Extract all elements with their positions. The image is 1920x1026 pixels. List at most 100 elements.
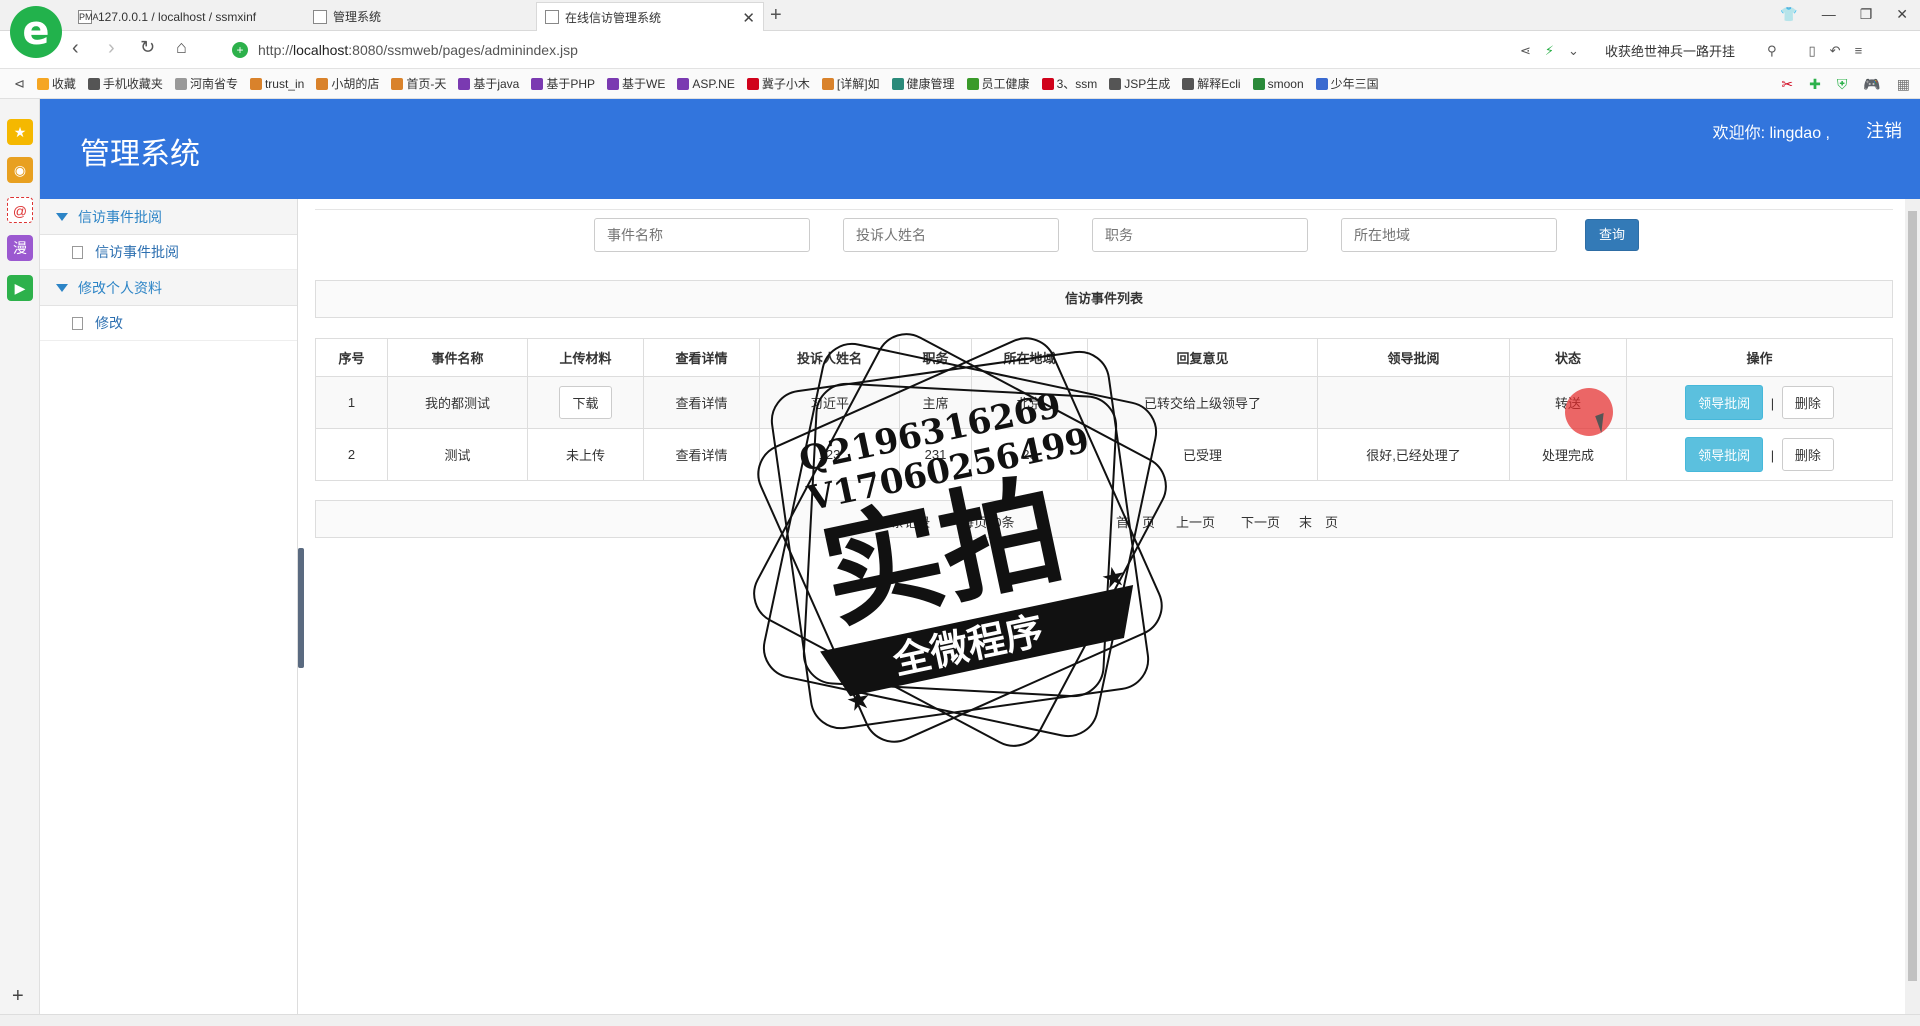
cell-no: 2	[315, 428, 388, 481]
sidebar-item-label: 修改	[95, 315, 123, 331]
cell-no: 1	[315, 376, 388, 429]
close-tab-icon[interactable]: ✕	[742, 9, 755, 27]
bookmark-label: 基于java	[473, 77, 520, 91]
bookmark-item[interactable]: 少年三国	[1315, 75, 1379, 92]
bookmark-item[interactable]: 基于WE	[607, 75, 665, 92]
cell-position: 主席	[899, 376, 972, 429]
triangle-down-icon	[56, 283, 68, 292]
first-page-link[interactable]: 首 页	[1116, 512, 1155, 531]
bookmark-item[interactable]: 收藏	[36, 75, 76, 92]
bookmark-item[interactable]: 员工健康	[966, 75, 1030, 92]
favorites-star-icon[interactable]: ★	[7, 119, 33, 145]
search-icon[interactable]: ⚲	[1767, 43, 1777, 59]
view-detail-link[interactable]: 查看详情	[643, 376, 760, 429]
lightning-icon[interactable]: ⚡	[1545, 43, 1554, 59]
news-ticker[interactable]: 收获绝世神兵一路开挂	[1605, 41, 1735, 60]
bookmark-item[interactable]: 首页-天	[391, 75, 446, 92]
vertical-scrollbar[interactable]	[1905, 199, 1920, 1014]
bookmark-item[interactable]: JSP生成	[1109, 75, 1170, 92]
game-icon[interactable]: 🎮	[1863, 76, 1880, 93]
bookmark-item[interactable]: 健康管理	[891, 75, 955, 92]
plugin-icon[interactable]: ✚	[1809, 76, 1821, 93]
browser-tab-active[interactable]: 在线信访管理系统 ✕	[536, 2, 764, 31]
col-header: 序号	[315, 338, 388, 377]
browser-tab-admin[interactable]: 管理系统	[305, 2, 525, 31]
sidebar-item-review[interactable]: 信访事件批阅	[40, 235, 297, 270]
weibo-icon[interactable]: ◉	[7, 157, 33, 183]
position-input[interactable]	[1092, 218, 1308, 252]
bookmark-item[interactable]: 基于PHP	[531, 75, 595, 92]
home-icon[interactable]: ⌂	[176, 37, 187, 58]
tab-label: 127.0.0.1 / localhost / ssmxinf	[98, 9, 257, 24]
bookmark-item[interactable]: 3、ssm	[1041, 75, 1097, 92]
leader-review-button[interactable]: 领导批阅	[1685, 437, 1764, 472]
minimize-icon[interactable]: —	[1822, 6, 1836, 23]
next-page-link[interactable]: 下一页	[1241, 512, 1280, 531]
browser-tab-phpmyadmin[interactable]: PMA 127.0.0.1 / localhost / ssmxinf	[70, 2, 270, 31]
delete-button[interactable]: 删除	[1781, 438, 1834, 471]
grid-icon[interactable]: ▦	[1897, 76, 1910, 93]
sidebar-splitter[interactable]	[298, 548, 304, 668]
bookmark-item[interactable]: 手机收藏夹	[87, 75, 163, 92]
bookmark-item[interactable]: trust_in	[249, 77, 304, 91]
window-controls: 👕 — ❐ ✕	[1780, 6, 1908, 23]
chevron-down-icon[interactable]: ⌄	[1568, 43, 1579, 59]
refresh-icon[interactable]: ↻	[140, 37, 155, 58]
shield-icon[interactable]: ⛨	[1837, 76, 1848, 93]
region-input[interactable]	[1341, 218, 1557, 252]
bookmark-item[interactable]: smoon	[1252, 77, 1304, 91]
undo-icon[interactable]: ↶	[1830, 43, 1841, 59]
scrollbar-thumb[interactable]	[1908, 211, 1917, 981]
bookmark-item[interactable]: 河南省专	[174, 75, 238, 92]
action-separator: |	[1770, 396, 1775, 411]
sidebar-item-edit[interactable]: 修改	[40, 306, 297, 341]
share-icon[interactable]: ⋖	[1520, 43, 1531, 59]
bookmark-item[interactable]: 冀子小木	[746, 75, 810, 92]
shirt-skin-icon[interactable]: 👕	[1780, 6, 1797, 23]
sidebar-group-profile[interactable]: 修改个人资料	[40, 270, 297, 306]
view-detail-link[interactable]: 查看详情	[643, 428, 760, 481]
bookmark-item[interactable]: [详解]如	[821, 75, 880, 92]
url-field[interactable]: + http://localhost:8080/ssmweb/pages/adm…	[232, 37, 1502, 63]
bookmark-favicon-icon	[174, 77, 187, 90]
close-window-icon[interactable]: ✕	[1896, 6, 1908, 23]
restore-icon[interactable]: ❐	[1860, 6, 1873, 23]
email-icon[interactable]: @	[7, 197, 33, 223]
bookmark-item[interactable]: ASP.NE	[677, 77, 735, 91]
cell-review	[1317, 376, 1510, 429]
cell-reply: 已受理	[1087, 428, 1318, 481]
bookmarks-bar: ⊲ 收藏 手机收藏夹 河南省专 trust_in 小胡的店 首页-天 基于java 基于PHP…	[0, 69, 1920, 99]
bookmark-item[interactable]: 小胡的店	[316, 75, 379, 92]
bookmark-item[interactable]: 解释Ecli	[1182, 75, 1241, 92]
col-header: 领导批阅	[1317, 338, 1510, 377]
col-header: 回复意见	[1087, 338, 1318, 377]
complainant-input[interactable]	[843, 218, 1059, 252]
browser-logo-icon[interactable]: e	[10, 6, 62, 58]
collapse-sidebar-icon[interactable]: ⊲	[14, 76, 25, 92]
add-icon[interactable]: +	[12, 985, 24, 1008]
cell-region: 北京	[971, 376, 1088, 429]
leader-review-button[interactable]: 领导批阅	[1685, 385, 1764, 420]
scissors-icon[interactable]: ✂	[1781, 76, 1793, 93]
query-button[interactable]: 查询	[1585, 219, 1639, 251]
forward-icon[interactable]: ›	[108, 37, 115, 60]
event-table: 序号 事件名称 上传材料 查看详情 投诉人姓名 职务 所在地域 回复意见 领导批…	[315, 338, 1893, 481]
back-icon[interactable]: ‹	[72, 37, 79, 60]
list-title: 信访事件列表	[315, 280, 1893, 318]
mobile-icon[interactable]: ▯	[1809, 43, 1816, 59]
video-icon[interactable]: ▶	[7, 275, 33, 301]
prev-page-link[interactable]: 上一页	[1176, 512, 1215, 531]
comic-icon[interactable]: 漫	[7, 235, 33, 261]
sidebar-group-review[interactable]: 信访事件批阅	[40, 199, 297, 235]
event-name-input[interactable]	[594, 218, 810, 252]
new-tab-icon[interactable]: +	[770, 4, 782, 27]
cell-complainant: 123	[759, 428, 900, 481]
last-page-link[interactable]: 末 页	[1299, 512, 1338, 531]
bookmark-favicon-icon	[1041, 77, 1054, 90]
delete-button[interactable]: 删除	[1781, 386, 1834, 419]
logout-link[interactable]: 注销	[1866, 117, 1902, 143]
download-button[interactable]: 下载	[559, 386, 612, 419]
bookmark-label: 健康管理	[906, 77, 955, 91]
bookmark-item[interactable]: 基于java	[458, 75, 519, 92]
menu-icon[interactable]: ≡	[1855, 43, 1863, 58]
